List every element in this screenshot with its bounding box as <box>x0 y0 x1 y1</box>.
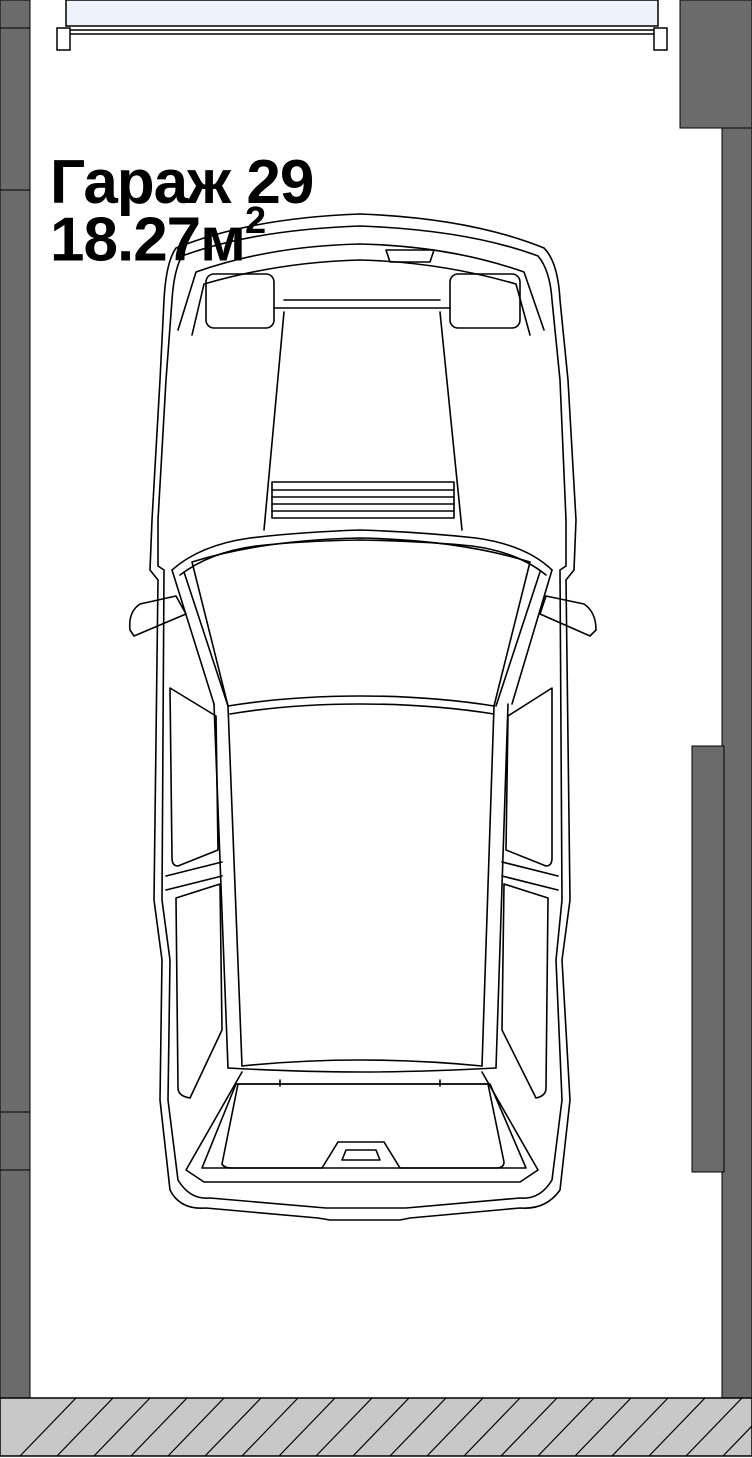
wall-right-top <box>679 0 752 129</box>
room-area: 18.27м2 <box>50 202 266 275</box>
wall-left <box>0 27 31 1399</box>
garage-door-panel <box>65 0 659 27</box>
bottom-wall-hatch <box>0 1397 752 1457</box>
wall-right <box>721 127 752 1399</box>
garage-door-post-right <box>653 27 668 51</box>
room-area-exponent: 2 <box>245 200 266 242</box>
garage-door-post-left <box>56 27 71 51</box>
room-area-value: 18.27м <box>50 205 246 275</box>
wall-left-top-stub <box>0 0 31 29</box>
wall-right-pilaster <box>691 745 725 1173</box>
